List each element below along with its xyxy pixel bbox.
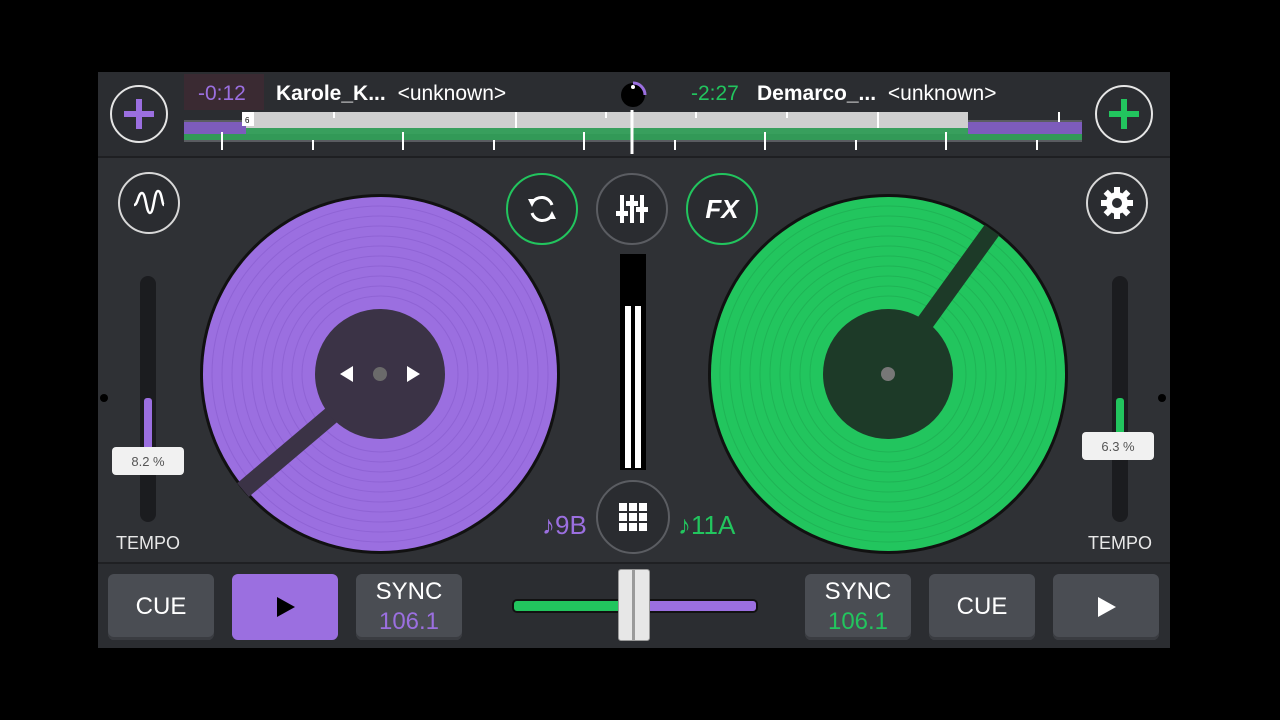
play-button-deck-b[interactable]: [1053, 574, 1159, 640]
sync-button-deck-b[interactable]: SYNC 106.1: [805, 574, 911, 640]
vu-level-right: [635, 306, 641, 468]
tempo-fill-deck-b: [1116, 398, 1124, 436]
crossfader-knob[interactable]: [618, 569, 650, 641]
pads-button[interactable]: [596, 480, 670, 554]
add-track-deck-b-button[interactable]: [1095, 85, 1153, 143]
tempo-dot-left: [100, 394, 108, 402]
crossfader-right-fill: [635, 601, 756, 611]
play-button-deck-a[interactable]: [232, 574, 338, 640]
cue-label-deck-b: CUE: [956, 593, 1008, 620]
bpm-deck-a: 106.1: [378, 608, 440, 635]
waveform-overview[interactable]: 6: [184, 110, 1082, 154]
loading-indicator-icon: [621, 81, 647, 107]
sync-label-deck-a: SYNC: [375, 578, 443, 605]
deck-a-time: -0:12: [198, 82, 246, 105]
gear-icon: [1101, 187, 1133, 219]
play-icon: [1098, 597, 1116, 617]
vu-level-left: [625, 306, 631, 468]
bpm-deck-b: 106.1: [827, 608, 889, 635]
settings-button[interactable]: [1086, 172, 1148, 234]
plus-icon: [1109, 99, 1139, 129]
deck-b-track-info: Demarco_... <unknown>: [757, 82, 997, 106]
sync-loop-icon: [528, 196, 556, 222]
deck-b-time: -2:27: [691, 82, 739, 105]
deck-a-title: Karole_K...: [276, 82, 386, 105]
mixer-icon: [616, 195, 648, 223]
cue-marker-label: 6: [245, 116, 250, 125]
play-icon: [277, 597, 295, 617]
waveform-view-button[interactable]: [118, 172, 180, 234]
cue-button-deck-a[interactable]: CUE: [108, 574, 214, 640]
deck-b-title: Demarco_...: [757, 82, 877, 105]
deck-b-key: ♪11A: [678, 510, 736, 540]
plus-icon: [124, 99, 154, 129]
sync-button-deck-a[interactable]: SYNC 106.1: [356, 574, 462, 640]
fx-label: FX: [705, 193, 739, 224]
tempo-value-deck-a[interactable]: 8.2 %: [112, 447, 184, 475]
tempo-label-deck-b: TEMPO: [1088, 533, 1153, 553]
deck-a-key: ♪9B: [542, 510, 587, 540]
tempo-fill-deck-a: [144, 398, 152, 450]
dj-app: -0:12 Karole_K... <unknown> -2:27 Demarc…: [98, 72, 1170, 648]
deck-a-artist: <unknown>: [397, 82, 507, 105]
top-bar: -0:12 Karole_K... <unknown> -2:27 Demarc…: [98, 72, 1170, 158]
turntable-deck-b[interactable]: [706, 192, 1070, 556]
tempo-label-deck-a: TEMPO: [116, 533, 181, 553]
sync-label-deck-b: SYNC: [824, 578, 892, 605]
crossfader-left-fill: [514, 601, 635, 611]
add-track-deck-a-button[interactable]: [110, 85, 168, 143]
turntable-deck-a[interactable]: [198, 192, 562, 556]
tempo-value-deck-b[interactable]: 6.3 %: [1082, 432, 1154, 460]
cue-button-deck-b[interactable]: CUE: [929, 574, 1035, 640]
vu-meter: [620, 254, 646, 470]
tempo-slider-deck-b[interactable]: [1112, 276, 1128, 522]
deck-a-track-info: Karole_K... <unknown>: [276, 82, 506, 106]
sync-loop-button[interactable]: [506, 173, 578, 245]
waveform-icon: [133, 189, 166, 215]
tempo-slider-deck-a[interactable]: [140, 276, 156, 522]
deck-b-artist: <unknown>: [887, 82, 997, 105]
cue-label-deck-a: CUE: [135, 593, 187, 620]
tempo-dot-right: [1158, 394, 1166, 402]
grid-icon: [619, 503, 647, 531]
fx-button[interactable]: FX: [686, 173, 758, 245]
mixer-button[interactable]: [596, 173, 668, 245]
